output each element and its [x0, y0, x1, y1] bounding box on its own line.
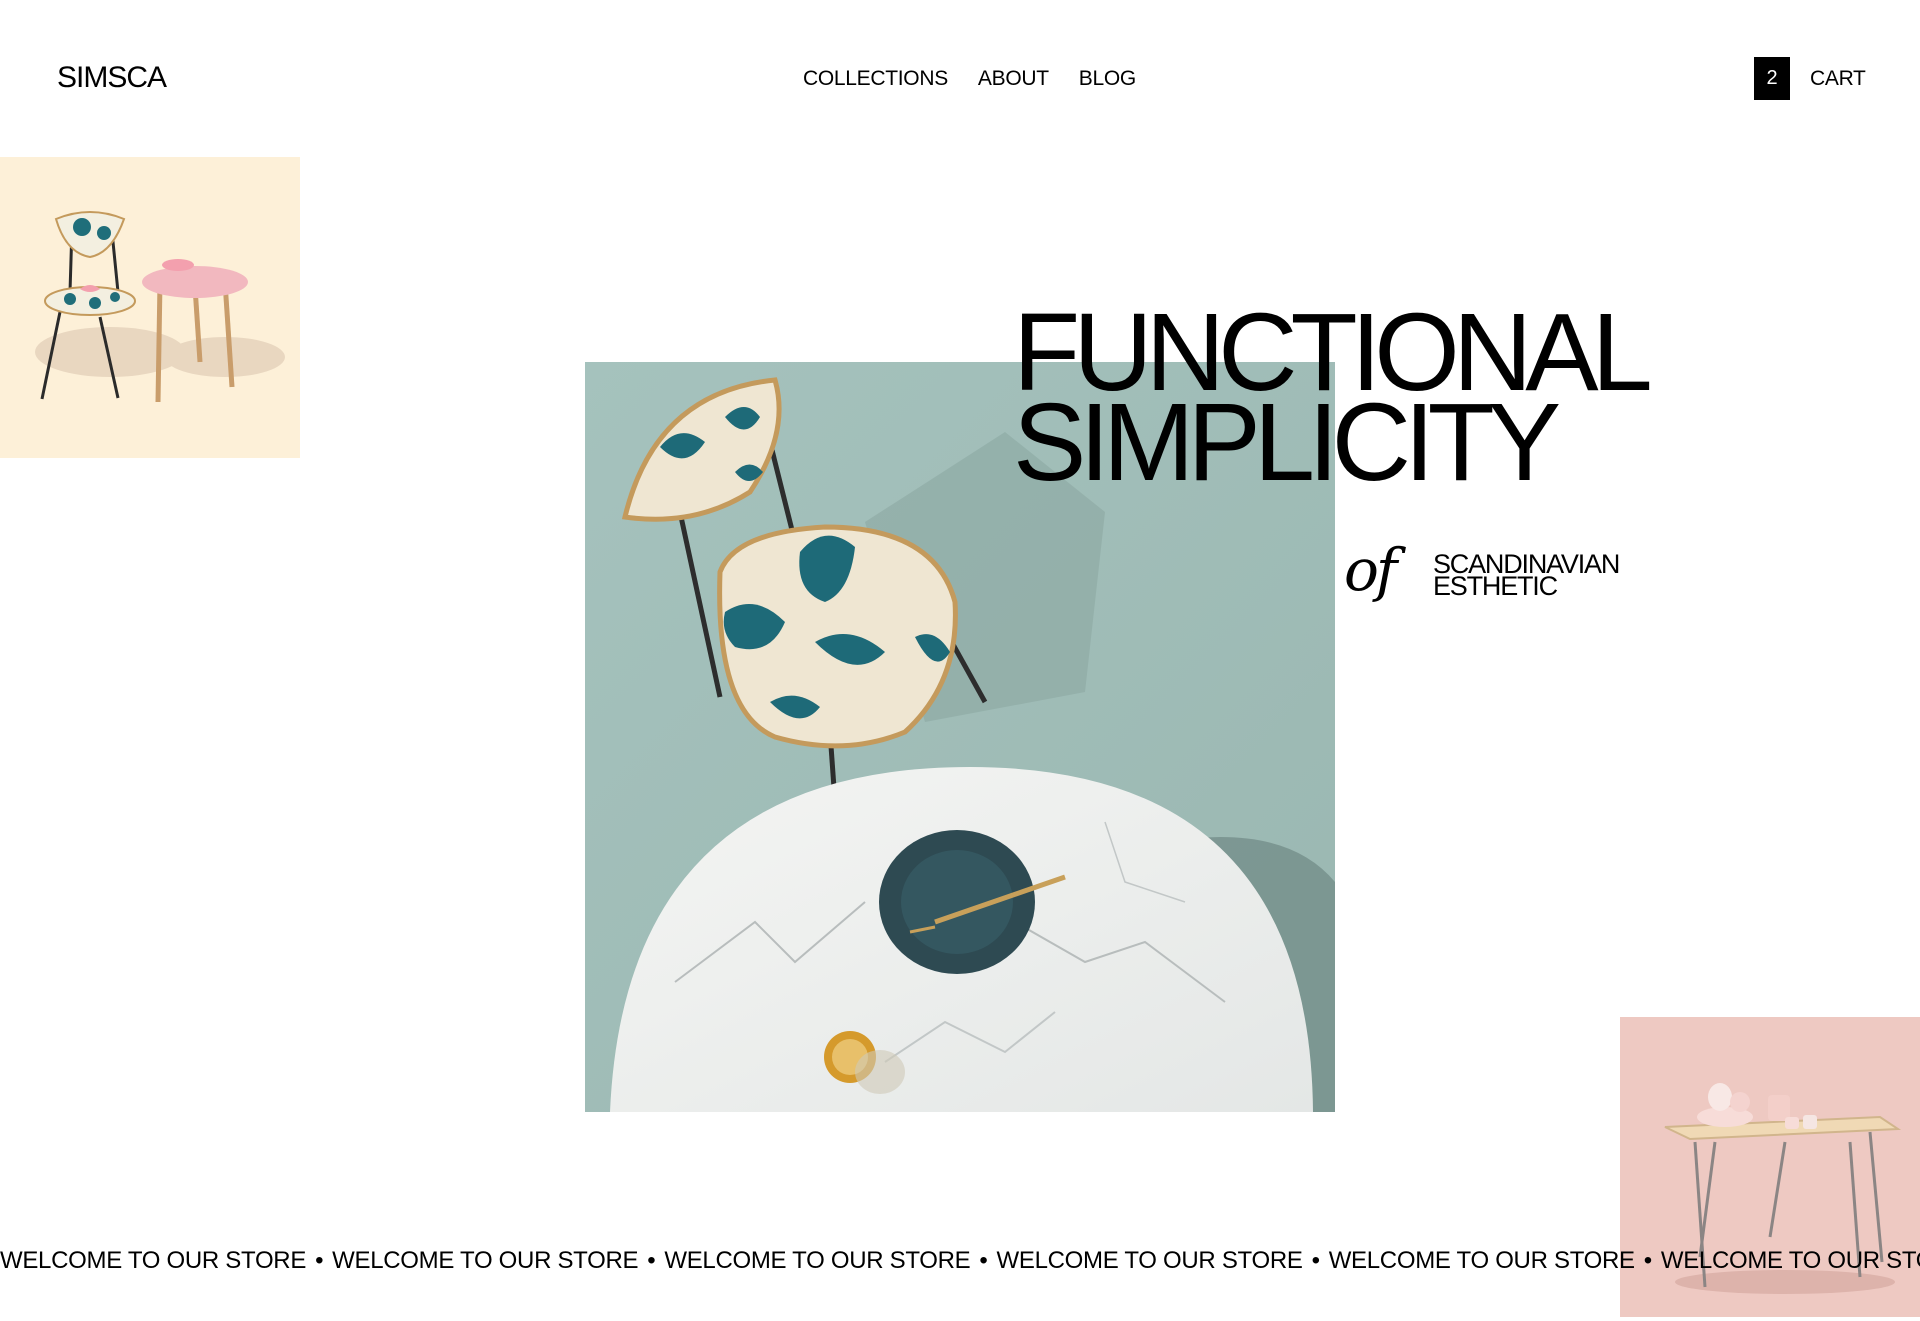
marquee-text: WELCOME TO OUR STORE [0, 1247, 307, 1274]
hero-subtitle: SCANDINAVIAN ESTHETIC [1433, 551, 1620, 600]
marquee-text: WELCOME TO OUR STORE [1328, 1247, 1635, 1274]
marquee-text: WELCOME TO OUR STORE [332, 1247, 639, 1274]
nav-item-blog[interactable]: BLOG [1079, 66, 1136, 92]
cart-label: CART [1810, 66, 1866, 90]
marquee-separator: • [1643, 1247, 1652, 1274]
main-nav: COLLECTIONS ABOUT BLOG [803, 66, 1136, 92]
headline-line-2: SIMPLICITY [1013, 381, 1561, 504]
nav-item-collections[interactable]: COLLECTIONS [803, 66, 948, 92]
marquee-text: WELCOME TO OUR STORE [996, 1247, 1303, 1274]
product-image-chair-table[interactable] [0, 157, 300, 458]
cart-button[interactable]: 2 CART [1754, 57, 1866, 100]
marquee-separator: • [315, 1247, 324, 1274]
marquee-separator: • [647, 1247, 656, 1274]
marquee-text: WELCOME TO OUR STORE [664, 1247, 971, 1274]
hero-connector-word: of [1344, 536, 1397, 604]
marquee-separator: • [1311, 1247, 1320, 1274]
marquee-text: WELCOME TO OUR STORE [1660, 1247, 1920, 1274]
nav-item-about[interactable]: ABOUT [978, 66, 1049, 92]
cart-count-badge: 2 [1754, 57, 1790, 100]
marquee-separator: • [979, 1247, 988, 1274]
brand-logo[interactable]: SIMSCA [57, 60, 167, 96]
welcome-marquee: WELCOME TO OUR STORE • WELCOME TO OUR STOR… [0, 1246, 1920, 1276]
hero-headline: FUNCTIONAL SIMPLICITY [1013, 298, 1653, 504]
